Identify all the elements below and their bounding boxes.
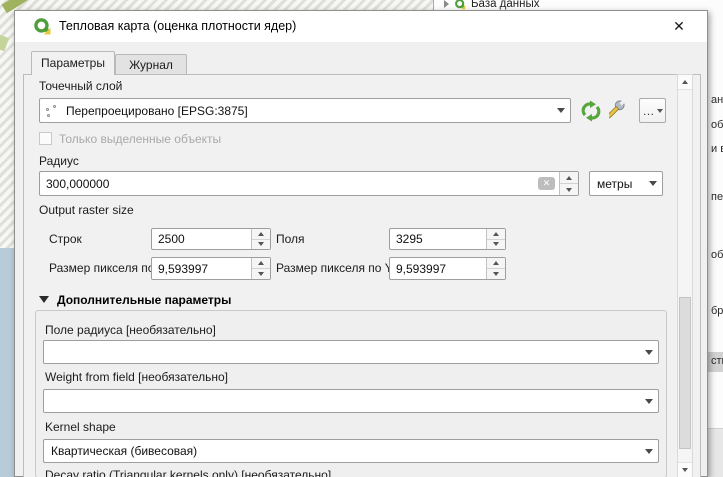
pixel-y-spinbox[interactable]: 9,593997 — [389, 257, 506, 280]
cols-label: Поля — [276, 232, 305, 246]
panel-footer — [708, 428, 723, 477]
pixel-y-value[interactable]: 9,593997 — [390, 258, 486, 279]
iterate-icon — [579, 100, 603, 122]
kernel-shape-value: Квартическая (бивесовая) — [44, 444, 640, 458]
panel-text-fragment: и ве — [711, 143, 723, 155]
spin-up-icon[interactable] — [560, 172, 578, 184]
point-layer-label: Точечный слой — [39, 79, 122, 93]
pixel-x-spin-buttons[interactable] — [251, 258, 270, 279]
wrench-icon — [609, 99, 633, 123]
cols-spinbox[interactable]: 3295 — [389, 228, 506, 250]
iterate-layer-button[interactable] — [577, 99, 605, 123]
spin-up-icon[interactable] — [252, 258, 270, 269]
pixel-x-value[interactable]: 9,593997 — [152, 258, 251, 279]
decay-ratio-label: Decay ratio (Triangular kernels only) [н… — [45, 468, 331, 477]
spin-down-icon[interactable] — [252, 269, 270, 279]
panel-text-fragment: анны — [711, 94, 723, 106]
tree-item-label: База данных — [471, 0, 540, 10]
browse-button-label: … — [643, 104, 655, 118]
panel-text-fragment: объе — [711, 249, 723, 261]
chevron-down-icon[interactable] — [644, 172, 662, 195]
point-layer-icon — [45, 104, 59, 118]
radius-spinbox[interactable]: 300,000000 ✕ — [39, 171, 579, 196]
rows-spinbox[interactable]: 2500 — [151, 228, 271, 250]
dialog-scrollbar[interactable] — [677, 74, 693, 477]
qgis-icon — [33, 17, 51, 35]
raster-size-label: Output raster size — [39, 203, 134, 217]
pixel-y-label: Размер пикселя по Y — [276, 261, 393, 275]
dialog-titlebar: Тепловая карта (оценка плотности ядер) ✕ — [15, 11, 707, 42]
radius-label: Радиус — [39, 154, 79, 168]
selected-only-label: Только выделенные объекты — [59, 132, 221, 146]
scroll-down-icon[interactable] — [678, 462, 692, 477]
close-icon[interactable]: ✕ — [667, 16, 691, 36]
scrollbar-thumb[interactable] — [679, 297, 691, 449]
advanced-options-button[interactable] — [607, 98, 635, 124]
chevron-down-icon[interactable] — [552, 99, 570, 122]
kernel-shape-combobox[interactable]: Квартическая (бивесовая) — [43, 439, 659, 463]
spin-up-icon[interactable] — [487, 258, 505, 269]
map-green-area — [0, 35, 9, 52]
spin-down-icon[interactable] — [487, 240, 505, 250]
screen: База данных анны объе и ве пера объе бра… — [0, 0, 723, 477]
selected-only-checkbox[interactable] — [39, 132, 52, 145]
clear-field-icon[interactable]: ✕ — [538, 177, 555, 190]
chevron-down-icon[interactable] — [640, 341, 658, 363]
browse-button[interactable]: … — [639, 98, 666, 123]
point-layer-combobox[interactable]: Перепроецировано [EPSG:3875] — [39, 98, 571, 123]
radius-spin-buttons[interactable] — [559, 172, 578, 195]
cols-spin-buttons[interactable] — [486, 229, 505, 249]
pixel-y-spin-buttons[interactable] — [486, 258, 505, 279]
collapse-triangle-icon[interactable] — [39, 296, 49, 303]
qgis-icon — [454, 0, 466, 10]
spin-up-icon[interactable] — [487, 229, 505, 240]
radius-field-label: Поле радиуса [необязательно] — [45, 323, 216, 337]
spin-up-icon[interactable] — [252, 229, 270, 240]
rows-label: Строк — [49, 232, 82, 246]
tab-parameters[interactable]: Параметры — [31, 51, 115, 75]
heatmap-dialog: Тепловая карта (оценка плотности ядер) ✕… — [14, 10, 708, 477]
rows-value[interactable]: 2500 — [152, 229, 251, 249]
dialog-title: Тепловая карта (оценка плотности ядер) — [59, 11, 296, 42]
spin-down-icon[interactable] — [487, 269, 505, 279]
radius-value[interactable]: 300,000000 — [40, 172, 534, 195]
radius-field-combobox[interactable] — [43, 340, 659, 364]
chevron-down-icon — [657, 109, 663, 113]
chevron-down-icon[interactable] — [640, 390, 658, 412]
advanced-parameters-header[interactable]: Дополнительные параметры — [57, 293, 231, 307]
cols-value[interactable]: 3295 — [390, 229, 486, 249]
tree-expand-icon[interactable] — [444, 0, 449, 8]
chevron-down-icon[interactable] — [640, 440, 658, 462]
map-water-area — [0, 248, 15, 477]
panel-text-fragment: пера — [711, 191, 723, 203]
panel-text-fragment: брат — [711, 305, 723, 317]
kernel-shape-label: Kernel shape — [45, 420, 116, 434]
rows-spin-buttons[interactable] — [251, 229, 270, 249]
background-panel-right: анны объе и ве пера объе брат сти я — [708, 0, 723, 477]
weight-field-combobox[interactable] — [43, 389, 659, 413]
spin-down-icon[interactable] — [252, 240, 270, 250]
panel-text-fragment: объе — [711, 119, 723, 131]
radius-units-combobox[interactable]: метры — [589, 171, 663, 196]
pixel-x-label: Размер пикселя по X — [49, 261, 166, 275]
radius-units-value: метры — [590, 177, 644, 191]
panel-text-fragment: сти я — [711, 355, 723, 367]
spin-down-icon[interactable] — [560, 184, 578, 195]
scroll-up-icon[interactable] — [678, 75, 692, 90]
tab-log[interactable]: Журнал — [115, 54, 187, 75]
pixel-x-spinbox[interactable]: 9,593997 — [151, 257, 271, 280]
weight-field-label: Weight from field [необязательно] — [45, 370, 228, 384]
point-layer-value: Перепроецировано [EPSG:3875] — [59, 104, 552, 118]
